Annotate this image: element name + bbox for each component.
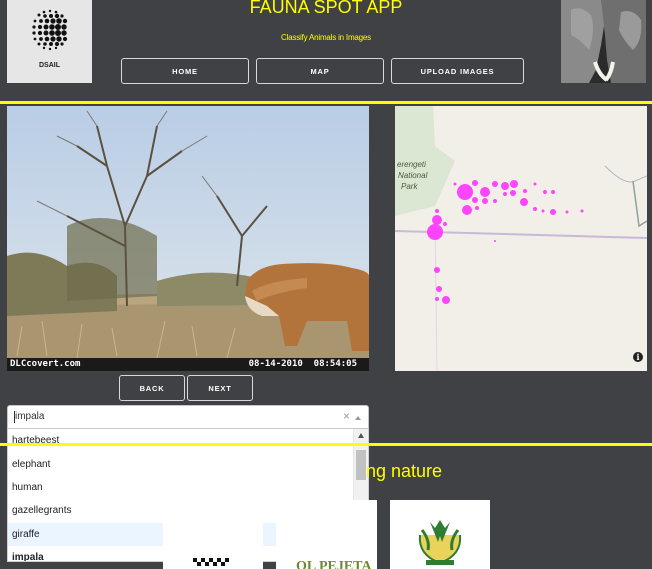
partners-heading: ng nature <box>366 461 443 481</box>
section-divider <box>0 443 652 446</box>
map-button[interactable]: MAP <box>256 58 384 84</box>
upload-images-button[interactable]: UPLOAD IMAGES <box>391 58 524 84</box>
dsail-logo: DSAIL <box>7 0 92 83</box>
chevron-up-icon[interactable] <box>355 416 361 420</box>
species-select[interactable]: impala × <box>7 405 369 429</box>
page-title: FAUNA SPOT APP <box>249 0 403 17</box>
image-timestamp: 08-14-2010 08:54:05 <box>248 359 357 369</box>
page-subtitle: Classify Animals in Images <box>281 33 371 42</box>
ol-pejeta-text: OL PEJETA <box>296 559 372 569</box>
camera-trap-image: DLCcovert.com 08-14-2010 08:54:05 <box>7 106 369 371</box>
scrollbar-thumb[interactable] <box>356 450 366 480</box>
scroll-up-arrow-icon[interactable] <box>358 433 364 438</box>
sightings-map[interactable]: erengeti National Park i <box>395 106 647 371</box>
home-button[interactable]: HOME <box>121 58 249 84</box>
ol-pejeta-logo-icon: OL PEJETA <box>296 559 372 569</box>
species-option-hartebeest[interactable]: hartebeest <box>8 429 355 452</box>
map-attribution-info-icon[interactable]: i <box>633 352 643 362</box>
impala-photo <box>7 106 369 371</box>
map-label-national: National <box>398 171 428 180</box>
checkered-partner-logo <box>163 500 263 569</box>
next-button[interactable]: NEXT <box>187 375 253 401</box>
checkered-logo-icon <box>193 558 229 566</box>
map-label-park: Park <box>401 182 418 191</box>
conservancy-partner-logo <box>390 500 490 569</box>
dsail-logo-label: DSAIL <box>39 62 60 69</box>
species-option-human[interactable]: human <box>8 476 355 499</box>
conservancy-crest-icon <box>418 520 462 565</box>
elephant-logo <box>561 0 646 83</box>
halftone-dots-icon <box>32 9 68 51</box>
elephant-photo-icon <box>561 0 646 83</box>
header-divider <box>0 101 652 104</box>
map-canvas[interactable]: erengeti National Park <box>395 106 647 371</box>
ol-pejeta-partner-logo: OL PEJETA <box>276 500 377 569</box>
image-source-label: DLCcovert.com <box>10 359 81 369</box>
back-button[interactable]: BACK <box>119 375 185 401</box>
species-select-value: impala <box>15 411 45 422</box>
species-option-elephant[interactable]: elephant <box>8 453 355 476</box>
clear-icon[interactable]: × <box>343 409 350 423</box>
image-timestamp-bar: DLCcovert.com 08-14-2010 08:54:05 <box>7 358 369 371</box>
map-label-serengeti: erengeti <box>397 160 426 169</box>
